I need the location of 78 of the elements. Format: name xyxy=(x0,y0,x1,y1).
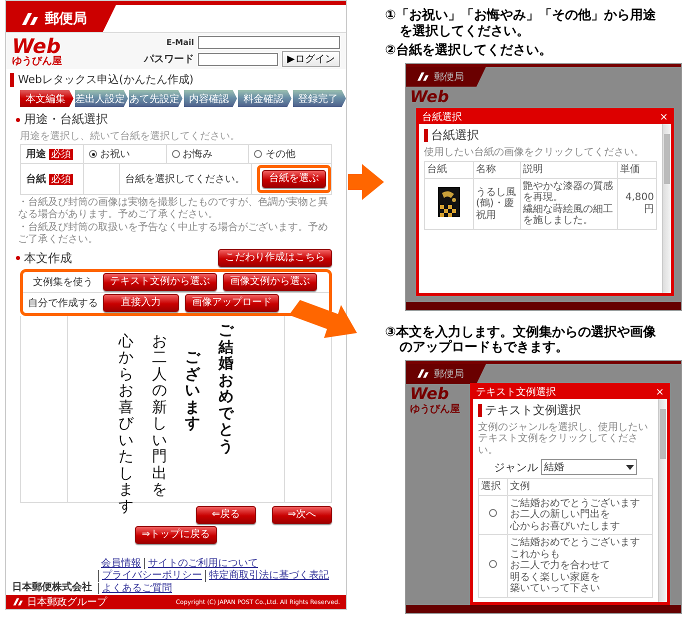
close-button[interactable]: × xyxy=(660,110,668,124)
help-text: 文例のジャンルを選択し、使用したいテキスト文例をクリックしてください。 xyxy=(478,422,649,456)
logo-subtitle: ゆうびん屋 xyxy=(12,56,62,67)
logo-title: Web xyxy=(410,386,449,402)
field-label: パスワード xyxy=(144,53,194,66)
logo-subtitle: ゆうびん屋 xyxy=(410,402,460,416)
sample-line: ご結婚おめでとうございます xyxy=(510,537,641,549)
help-text: 使用したい台紙の画像をクリックしてください。 xyxy=(424,146,645,158)
dialog-title: テキスト文例選択 xyxy=(476,386,556,399)
note-text: ・台紙及び封筒の取扱いを予告なく中止する場合がございます。予めご了承ください。 xyxy=(18,222,329,245)
next-button[interactable]: ⇒次へ xyxy=(272,506,332,524)
column-header: 選択 xyxy=(478,478,508,496)
message-line: ございます xyxy=(184,349,202,432)
instruction-text: ③本文を入力します。文例集からの選択や画像のアップロードもできます。 xyxy=(385,324,658,356)
instruction-text: ①「お祝い」「お悔やみ」「その他」から用途を選択してください。 xyxy=(385,8,658,40)
custom-create-button[interactable]: こだわり作成はこちら xyxy=(218,249,332,267)
message-line: 心からお喜びいたします xyxy=(118,332,135,514)
row-label: 台紙 xyxy=(26,172,46,186)
sample-line: 心からお喜びいたします xyxy=(510,520,621,532)
brand-name: 郵便局 xyxy=(434,70,464,84)
page-title: Webレタックス申込(かんたん作成) xyxy=(18,72,194,87)
option-button[interactable]: テキスト文例から選ぶ xyxy=(103,273,217,291)
close-button[interactable]: × xyxy=(656,386,664,399)
sample-line: 築いていって下さい xyxy=(510,583,601,595)
column-header: 文例 xyxy=(508,478,652,496)
required-badge: 必須 xyxy=(49,174,73,184)
row-label: 文例集を使う xyxy=(32,276,94,289)
column-header: 説明 xyxy=(520,162,618,178)
brand-name: 郵便局 xyxy=(434,368,464,381)
required-badge: 必須 xyxy=(49,148,73,160)
instruction-text: ②台紙を選択してください。 xyxy=(385,43,554,59)
column-header: 名称 xyxy=(474,162,520,178)
choose-mount-button[interactable]: 台紙を選ぶ xyxy=(262,170,326,188)
genre-select[interactable]: 結婚 xyxy=(541,459,637,476)
mount-status-text: 台紙を選択してください。 xyxy=(125,172,245,186)
logo-title: Web xyxy=(410,88,449,105)
radio-label: お祝い xyxy=(100,148,130,161)
radio-label: その他 xyxy=(265,148,296,161)
dialog-heading: 台紙選択 xyxy=(431,126,479,144)
footer-link[interactable]: よくあるご質問 xyxy=(98,582,175,594)
sample-line: お二人で力を合わせて xyxy=(510,560,611,572)
dialog-title: 台紙選択 xyxy=(422,110,462,124)
top-button[interactable]: ⇒トップに戻る xyxy=(134,526,218,544)
radio-label: お悔み xyxy=(182,148,213,161)
description-line: 艶やかな漆器の質感を再現。 xyxy=(523,180,614,204)
footer-link[interactable]: プライバシーポリシー xyxy=(98,570,205,582)
option-button[interactable]: 画像文例から選ぶ xyxy=(223,273,317,291)
back-button[interactable]: ⇐戻る xyxy=(196,506,256,524)
section-heading: 本文作成 xyxy=(24,250,72,266)
column-header: 台紙 xyxy=(424,162,474,178)
row-label: 用途 xyxy=(26,148,46,161)
company-name: 日本郵便株式会社 xyxy=(12,580,92,594)
sample-line: お二人の新しい門出を xyxy=(510,509,611,520)
column-header: 単価 xyxy=(618,162,656,178)
footer-link[interactable]: 特定商取引法に基づく表記 xyxy=(205,570,332,582)
footer-link[interactable]: 会員情報 xyxy=(98,558,144,569)
section-heading: 用途・台紙選択 xyxy=(24,111,108,128)
help-text: 用途を選択し、続いて台紙を選択してください。 xyxy=(20,130,241,143)
description-line: 繊細な蒔絵風の細工を施しました。 xyxy=(523,204,614,227)
sample-line: ご結婚おめでとうございます xyxy=(510,498,641,509)
dialog-heading: テキスト文例選択 xyxy=(485,402,581,419)
logo-title: Web xyxy=(12,36,61,56)
message-line: お二人の新しい門出を xyxy=(150,332,168,498)
price-cell: 4,800円 xyxy=(618,178,656,230)
message-line: ご結婚おめでとう xyxy=(217,322,234,454)
field-label: ジャンル xyxy=(494,460,538,475)
field-label: E-Mail xyxy=(165,38,194,47)
brand-name: 郵便局 xyxy=(45,10,87,28)
group-name: 日本郵政グループ xyxy=(27,596,107,609)
sample-line: これからも xyxy=(510,548,561,560)
row-label: 自分で作成する xyxy=(27,296,99,310)
name-cell: うるし風(鶴)・慶祝用 xyxy=(474,178,520,230)
sample-line: 明るく楽しい家庭を xyxy=(510,572,601,583)
login-button[interactable]: ▶ログイン xyxy=(282,51,340,67)
option-button[interactable]: 直接入力 xyxy=(103,294,179,312)
option-button[interactable]: 画像アップロード xyxy=(185,294,279,312)
note-text: ・台紙及び封筒の画像は実物を撮影したものですが、色調が実物と異なる場合があります。予めご了承ください。 xyxy=(18,197,329,220)
footer-link[interactable]: サイトのご利用について xyxy=(144,558,261,569)
